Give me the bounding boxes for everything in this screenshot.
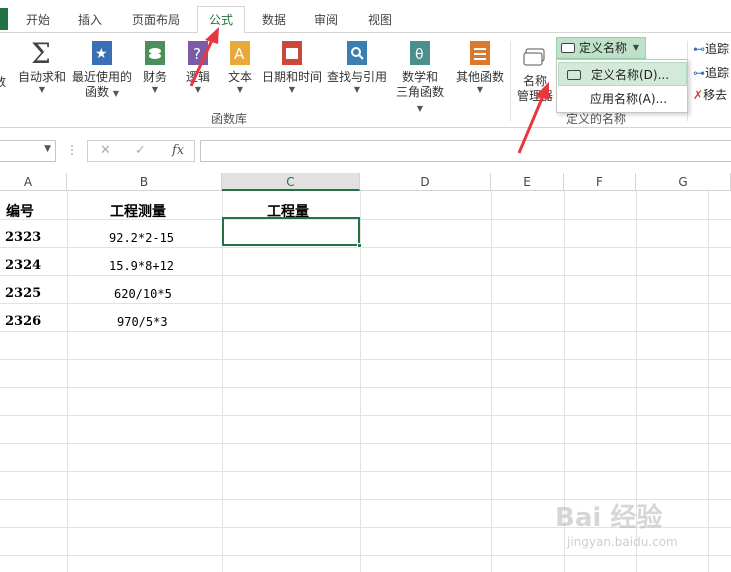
svg-text:?: ? [193,45,201,63]
more-book-icon [470,41,490,65]
insert-function-button-cut[interactable]: 数 [0,75,6,90]
more-functions-label: 其他函数 [455,70,504,84]
recently-used-label: 最近使用的 [71,70,132,84]
tab-data[interactable]: 数据 [252,8,296,33]
insert-function-icon[interactable]: fx [172,143,184,158]
table-row-cell-b[interactable]: 620/10*5 [114,287,172,301]
autosum-label: 自动求和 [17,70,66,84]
name-manager-label-2: 管理器 [516,89,553,103]
financial-button[interactable]: 财务 ▼ [138,39,172,95]
more-functions-button[interactable]: 其他函数 ▼ [452,39,508,95]
tab-review[interactable]: 审阅 [304,8,348,33]
chevron-down-icon[interactable]: ▼ [633,38,639,58]
tag-icon [561,43,575,53]
column-header-c[interactable]: C [222,173,360,191]
active-cell-c2[interactable] [222,217,362,248]
table-row-cell-b[interactable]: 970/5*3 [117,315,168,329]
baidu-watermark: Bai 经验 [555,503,663,533]
table-row-cell-a[interactable]: 2325 [5,286,41,301]
logical-button[interactable]: ? 逻辑 ▼ [181,39,215,95]
coins-book-icon [145,41,165,65]
trace-precedents-item[interactable]: ⊷追踪 [693,40,729,57]
group-separator [510,41,511,121]
tab-view[interactable]: 视图 [358,8,402,33]
ribbon-tab-bar: 开始 插入 页面布局 公式 数据 审阅 视图 [0,0,731,34]
define-name-label: 定义名称 [579,41,628,55]
math-trig-button[interactable]: θ 数学和 三角函数 ▼ [392,39,448,115]
financial-label: 财务 [142,70,167,84]
formula-buttons: ✕ ✓ fx [87,140,195,162]
tag-icon [567,70,581,80]
formula-bar: ▼ ⋮ ✕ ✓ fx [0,137,731,167]
tab-page-layout[interactable]: 页面布局 [124,8,188,33]
name-manager-label: 名称 [522,74,547,88]
cancel-icon[interactable]: ✕ [100,143,111,158]
svg-text:★: ★ [95,46,108,62]
column-header-g[interactable]: G [636,173,731,191]
define-name-split-button[interactable]: 定义名称 ▼ [556,37,646,59]
table-row-cell-a[interactable]: 2326 [5,314,41,329]
lookup-reference-button[interactable]: 查找与引用 ▼ [326,39,388,95]
chevron-down-icon: ▼ [38,85,46,94]
date-time-button[interactable]: 日期和时间 ▼ [259,39,325,95]
table-row-cell-a[interactable]: 2323 [5,230,41,245]
tags-icon [523,48,545,66]
cell-a1[interactable]: 编号 [6,201,34,221]
define-name-dropdown: 定义名称(D)... 应用名称(A)... [556,59,688,113]
flow-icon: ⊷ [693,42,705,56]
autosum-button[interactable]: Σ 自动求和 ▼ [16,39,68,95]
excel-window: 开始 插入 页面布局 公式 数据 审阅 视图 数 Σ 自动求和 ▼ ★ 最近使用… [0,0,731,572]
column-header-e[interactable]: E [491,173,564,191]
text-label: 文本 [227,70,252,84]
column-header-f[interactable]: F [564,173,636,191]
star-book-icon: ★ [92,41,112,65]
remove-arrows-item[interactable]: ✗移去 [693,86,727,103]
trace-dependents-item[interactable]: ⊶追踪 [693,64,729,81]
formula-input[interactable] [200,140,731,162]
resize-handle-icon[interactable]: ⋮ [66,143,78,157]
tab-insert[interactable]: 插入 [68,8,112,33]
column-header-b[interactable]: B [67,173,222,191]
column-header-a[interactable]: A [0,173,67,191]
svg-text:A: A [234,45,245,63]
svg-text:Σ: Σ [31,39,51,67]
table-row-cell-b[interactable]: 92.2*2-15 [109,231,174,245]
text-book-icon: A [230,41,250,65]
tab-home[interactable]: 开始 [18,8,58,33]
menu-item-define-name[interactable]: 定义名称(D)... [558,62,687,86]
flow-icon: ⊶ [693,66,705,80]
tab-formulas[interactable]: 公式 [197,6,245,34]
question-book-icon: ? [188,41,208,65]
column-header-d[interactable]: D [360,173,491,191]
fill-handle[interactable] [357,243,362,248]
svg-text:θ: θ [415,47,424,63]
confirm-icon[interactable]: ✓ [135,143,146,158]
magnifier-book-icon [347,41,367,65]
group-label-function-library: 函数库 [211,112,248,126]
recently-used-button[interactable]: ★ 最近使用的 函数 ▼ [70,39,134,100]
remove-arrows-icon: ✗ [693,88,704,102]
text-button[interactable]: A 文本 ▼ [223,39,257,95]
name-box[interactable]: ▼ [0,140,56,162]
menu-item-apply-names[interactable]: 应用名称(A)... [558,87,687,111]
math-trig-label: 数学和 [401,70,438,84]
file-tab-edge[interactable] [0,8,8,30]
baidu-watermark-url: jingyan.baidu.com [567,535,678,549]
recently-used-label-2: 函数 [85,85,110,99]
theta-book-icon: θ [410,41,430,65]
calendar-book-icon [282,41,302,65]
lookup-reference-label: 查找与引用 [326,70,387,84]
logical-label: 逻辑 [185,70,210,84]
date-time-label: 日期和时间 [261,70,322,84]
sigma-icon: Σ [31,39,51,67]
cell-b1[interactable]: 工程测量 [110,201,166,221]
table-row-cell-b[interactable]: 15.9*8+12 [109,259,174,273]
name-manager-button[interactable]: 名称 管理器 [514,43,556,104]
table-row-cell-a[interactable]: 2324 [5,258,41,273]
math-trig-label-2: 三角函数 [395,85,444,99]
chevron-down-icon[interactable]: ▼ [44,144,51,154]
